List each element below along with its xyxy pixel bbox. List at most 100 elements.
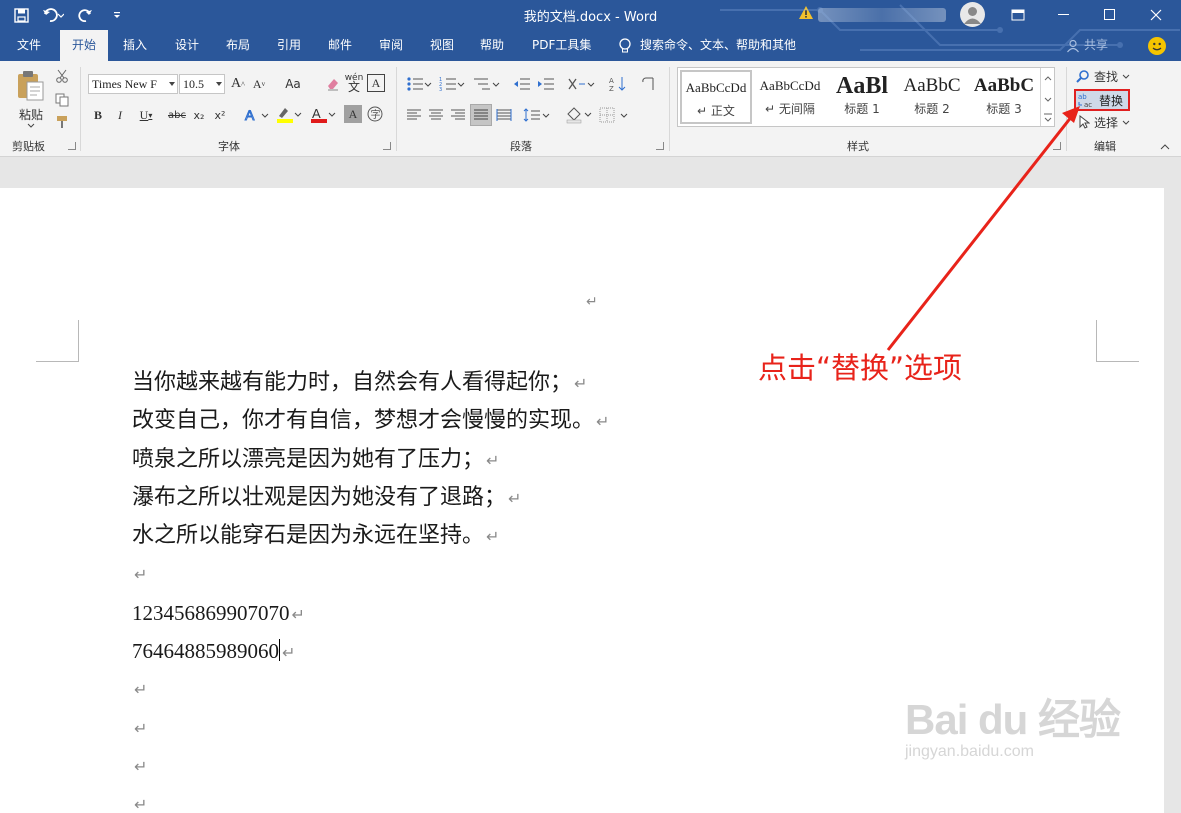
text-cursor <box>279 639 280 662</box>
empty-line: ↵ <box>134 795 148 813</box>
bold-button[interactable]: B <box>90 105 106 125</box>
align-left-icon[interactable] <box>404 105 424 125</box>
bullets-icon[interactable] <box>405 74 433 94</box>
tab-view[interactable]: 视图 <box>418 30 466 61</box>
replace-button[interactable]: ab ac 替换 <box>1074 89 1130 111</box>
italic-label: I <box>118 107 122 122</box>
enclose-characters-icon[interactable]: 字 <box>366 105 384 123</box>
find-label: 查找 <box>1094 69 1119 84</box>
sort-icon[interactable]: AZ <box>608 74 628 94</box>
borders-icon[interactable] <box>598 105 630 125</box>
svg-text:A: A <box>245 107 255 123</box>
tab-review[interactable]: 审阅 <box>367 30 415 61</box>
tab-file[interactable]: 文件 <box>5 30 53 61</box>
tab-pdf-tools[interactable]: PDF工具集 <box>520 30 603 61</box>
italic-button[interactable]: I <box>112 105 128 125</box>
font-name-combo[interactable]: Times New F <box>88 74 178 94</box>
empty-line: ↵ <box>134 680 148 700</box>
ribbon-tab-bar: 文件 开始 插入 设计 布局 引用 邮件 审阅 视图 帮助 PDF工具集 搜索命… <box>0 4 1181 61</box>
superscript-button[interactable]: x² <box>211 105 229 125</box>
document-body[interactable]: 当你越来越有能力时，自然会有人看得起你； ↵ 改变自己，你才有自信，梦想才会慢慢的… <box>132 364 609 813</box>
paste-button[interactable]: 粘贴 <box>12 67 50 131</box>
numbering-icon[interactable]: 123 <box>438 74 466 94</box>
person-icon <box>1067 39 1079 52</box>
subscript-button[interactable]: x₂ <box>190 105 208 125</box>
grow-font-icon[interactable]: A ^ <box>229 74 247 94</box>
paragraph-launcher-icon[interactable] <box>656 142 664 150</box>
text-line: 当你越来越有能力时，自然会有人看得起你； ↵ <box>132 370 588 395</box>
clipboard-group-label: 剪贴板 <box>12 140 45 153</box>
character-border-icon[interactable]: A <box>367 74 385 92</box>
annotation-label: 点击“替换”选项 <box>758 351 963 385</box>
increase-indent-icon[interactable] <box>536 74 556 94</box>
svg-text:ab: ab <box>1078 93 1087 101</box>
watermark-logo: Bai du 经验 <box>905 696 1121 743</box>
tab-home[interactable]: 开始 <box>60 30 109 61</box>
justify-icon[interactable] <box>470 104 492 126</box>
change-case-button[interactable]: Aa <box>280 74 306 94</box>
text-effects-icon[interactable]: A <box>243 105 271 125</box>
style-preview: AaBbC <box>903 75 961 96</box>
line-spacing-icon[interactable] <box>522 105 552 125</box>
cut-icon[interactable] <box>53 67 71 85</box>
number-line: 123456869907070 ↵ <box>132 600 305 625</box>
tab-help[interactable]: 帮助 <box>468 30 516 61</box>
empty-line: ↵ <box>134 565 148 585</box>
distributed-icon[interactable] <box>494 105 514 125</box>
style-heading-2[interactable]: AaBbC 标题 2 <box>896 70 968 124</box>
underline-button[interactable]: U ▾ <box>134 105 158 125</box>
chinese-layout-icon[interactable] <box>566 74 596 94</box>
shading-icon[interactable] <box>564 105 594 125</box>
style-preview: AaBl <box>835 73 888 99</box>
character-border-label: A <box>371 75 381 90</box>
margin-corner-top-left <box>36 320 79 362</box>
group-divider <box>80 67 81 151</box>
share-button[interactable]: 共享 <box>1066 30 1108 61</box>
style-normal[interactable]: AaBbCcDd ↵ 正文 <box>680 70 752 124</box>
font-launcher-icon[interactable] <box>383 142 391 150</box>
shrink-font-icon[interactable]: Av <box>250 74 268 94</box>
style-heading-1[interactable]: AaBl 标题 1 <box>826 70 898 124</box>
tab-layout[interactable]: 布局 <box>214 30 262 61</box>
style-no-spacing[interactable]: AaBbCcDd ↵ 无间隔 <box>754 70 826 124</box>
show-formatting-marks-icon[interactable] <box>638 74 658 94</box>
smiley-feedback-icon[interactable] <box>1148 37 1166 55</box>
align-right-icon[interactable] <box>448 105 468 125</box>
paragraph-group-label: 段落 <box>510 140 532 153</box>
chevron-down-icon <box>1122 120 1130 125</box>
clear-formatting-icon[interactable] <box>324 74 342 94</box>
font-size-combo[interactable]: 10.5 <box>179 74 225 94</box>
styles-launcher-icon[interactable] <box>1053 142 1061 150</box>
tab-design[interactable]: 设计 <box>163 30 211 61</box>
tab-mailings[interactable]: 邮件 <box>316 30 364 61</box>
tab-insert[interactable]: 插入 <box>111 30 159 61</box>
tab-references[interactable]: 引用 <box>265 30 313 61</box>
styles-gallery-scroll[interactable] <box>1040 68 1054 126</box>
search-icon <box>1076 70 1089 83</box>
strikethrough-button[interactable]: abc <box>166 105 188 125</box>
style-name: 标题 3 <box>986 102 1022 116</box>
tell-me-search[interactable]: 搜索命令、文本、帮助和其他 <box>618 30 796 61</box>
styles-gallery: AaBbCcDd ↵ 正文 AaBbCcDd ↵ 无间隔 AaBl 标题 1 A… <box>677 67 1055 127</box>
font-color-icon[interactable]: A <box>308 105 338 125</box>
multilevel-list-icon[interactable] <box>471 74 501 94</box>
format-painter-icon[interactable] <box>53 113 71 131</box>
collapse-ribbon-icon[interactable] <box>1158 141 1172 153</box>
group-divider <box>1066 67 1067 151</box>
clipboard-launcher-icon[interactable] <box>68 142 76 150</box>
style-heading-3[interactable]: AaBbC 标题 3 <box>968 70 1040 124</box>
character-shading-icon[interactable]: A <box>344 105 362 123</box>
empty-line: ↵ <box>134 756 148 776</box>
highlight-color-icon[interactable] <box>274 105 304 125</box>
decrease-indent-icon[interactable] <box>512 74 532 94</box>
svg-text:3: 3 <box>439 87 442 92</box>
find-button[interactable]: 查找 <box>1076 66 1138 86</box>
align-center-icon[interactable] <box>426 105 446 125</box>
phonetic-guide-icon[interactable]: wén 文 <box>344 72 364 94</box>
tell-me-label: 搜索命令、文本、帮助和其他 <box>640 38 797 52</box>
vertical-scrollbar[interactable] <box>1164 188 1181 813</box>
copy-icon[interactable] <box>53 91 71 109</box>
svg-text:Z: Z <box>609 85 614 92</box>
replace-label: 替换 <box>1099 93 1124 108</box>
select-button[interactable]: 选择 <box>1078 112 1138 132</box>
